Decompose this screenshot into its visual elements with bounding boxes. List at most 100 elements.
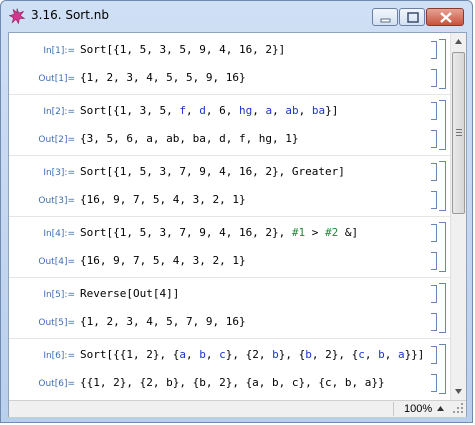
minimize-icon bbox=[380, 18, 391, 23]
group-cell-bracket[interactable] bbox=[439, 39, 446, 89]
input-label: In[3]:= bbox=[43, 168, 75, 178]
input-cell[interactable]: Sort[{{1, 2}, {a, b, c}, {2, b}, {b, 2},… bbox=[80, 348, 424, 361]
input-token: a bbox=[179, 348, 186, 361]
input-cell[interactable]: Sort[{1, 5, 3, 7, 9, 4, 16, 2}, Greater] bbox=[80, 165, 345, 178]
input-cell-bracket[interactable] bbox=[431, 41, 437, 59]
input-label: In[2]:= bbox=[43, 107, 75, 117]
output-cell[interactable]: {1, 2, 3, 4, 5, 5, 9, 16} bbox=[80, 71, 246, 84]
window-title: 3.16. Sort.nb bbox=[31, 8, 109, 22]
input-token: , 2}, { bbox=[311, 348, 359, 361]
input-token: a bbox=[397, 348, 405, 361]
zoom-control[interactable]: 100% bbox=[393, 402, 450, 416]
output-label: Out[1]= bbox=[38, 74, 75, 84]
zoom-level: 100% bbox=[404, 403, 433, 415]
input-token: &] bbox=[338, 226, 359, 239]
vertical-scrollbar[interactable] bbox=[450, 33, 466, 400]
output-label: Out[4]= bbox=[38, 257, 75, 267]
output-cell[interactable]: {16, 9, 7, 5, 4, 3, 2, 1} bbox=[80, 193, 246, 206]
input-token: Sort[{1, 5, 3, 7, 9, 4, 16, 2}, Greater] bbox=[80, 165, 345, 178]
input-cell[interactable]: Sort[{1, 5, 3, 7, 9, 4, 16, 2}, #1 > #2 … bbox=[80, 226, 358, 239]
output-cell-bracket[interactable] bbox=[431, 374, 437, 392]
resize-grip-icon[interactable] bbox=[450, 400, 466, 416]
input-token: , bbox=[185, 348, 200, 361]
group-cell-bracket[interactable] bbox=[439, 161, 446, 211]
input-cell[interactable]: Sort[{1, 5, 3, 5, 9, 4, 16, 2}] bbox=[80, 43, 285, 56]
input-token: }, {2, bbox=[225, 348, 273, 361]
input-token: , bbox=[364, 348, 379, 361]
input-token: , 6, bbox=[205, 104, 239, 117]
output-cell-bracket[interactable] bbox=[431, 69, 437, 87]
output-cell[interactable]: {{1, 2}, {2, b}, {b, 2}, {a, b, c}, {c, … bbox=[80, 376, 385, 389]
input-token: b bbox=[378, 348, 385, 361]
output-cell-bracket[interactable] bbox=[431, 252, 437, 270]
input-token: ab bbox=[285, 104, 299, 117]
output-cell[interactable]: {16, 9, 7, 5, 4, 3, 2, 1} bbox=[80, 254, 246, 267]
output-cell[interactable]: {3, 5, 6, a, ab, ba, d, f, hg, 1} bbox=[80, 132, 299, 145]
minimize-button[interactable] bbox=[372, 8, 398, 26]
input-token: #1 bbox=[291, 226, 306, 239]
input-cell-bracket[interactable] bbox=[431, 224, 437, 242]
cell-separator bbox=[9, 216, 450, 217]
output-label: Out[2]= bbox=[38, 135, 75, 145]
close-button[interactable] bbox=[426, 8, 464, 26]
input-token: Sort[{1, 3, 5, bbox=[80, 104, 180, 117]
input-cell[interactable]: Reverse[Out[4]] bbox=[80, 287, 179, 300]
mathematica-star-icon bbox=[9, 8, 25, 24]
scrollbar-thumb[interactable] bbox=[452, 52, 465, 214]
group-cell-bracket[interactable] bbox=[439, 100, 446, 150]
input-token: b bbox=[272, 348, 279, 361]
input-cell-bracket[interactable] bbox=[431, 346, 437, 364]
input-cell-bracket[interactable] bbox=[431, 285, 437, 303]
notebook-area: In[1]:= Sort[{1, 5, 3, 5, 9, 4, 16, 2}] Ou… bbox=[8, 32, 467, 417]
input-token: b bbox=[305, 348, 312, 361]
title-bar[interactable]: 3.16. Sort.nb bbox=[1, 1, 472, 31]
maximize-button[interactable] bbox=[399, 8, 425, 26]
zoom-menu-icon[interactable] bbox=[436, 405, 445, 413]
cell-separator bbox=[9, 94, 450, 95]
scroll-up-icon[interactable] bbox=[451, 33, 466, 50]
input-token: , bbox=[384, 348, 398, 361]
input-label: In[5]:= bbox=[43, 290, 75, 300]
input-label: In[4]:= bbox=[43, 229, 75, 239]
group-cell-bracket[interactable] bbox=[439, 222, 446, 272]
input-label: In[1]:= bbox=[43, 46, 75, 56]
input-label: In[6]:= bbox=[43, 351, 75, 361]
input-token: #2 bbox=[325, 226, 339, 239]
input-cell-bracket[interactable] bbox=[431, 102, 437, 120]
input-token: , bbox=[252, 104, 266, 117]
input-token: , bbox=[272, 104, 286, 117]
input-token: b bbox=[199, 348, 206, 361]
status-bar: 100% bbox=[9, 400, 466, 417]
notebook-window: 3.16. Sort.nb In[1]:= Sort[{1, 5, 3, 5, 9… bbox=[0, 0, 473, 423]
output-cell-bracket[interactable] bbox=[431, 313, 437, 331]
maximize-icon bbox=[407, 12, 419, 23]
input-cell-bracket[interactable] bbox=[431, 163, 437, 181]
input-token: hg bbox=[238, 104, 253, 117]
input-token: ba bbox=[311, 104, 326, 117]
output-cell[interactable]: {1, 2, 3, 4, 5, 7, 9, 16} bbox=[80, 315, 246, 328]
input-token: d bbox=[199, 104, 206, 117]
input-token: }}] bbox=[404, 348, 425, 361]
input-token: Sort[{1, 5, 3, 7, 9, 4, 16, 2}, bbox=[80, 226, 292, 239]
input-token: c bbox=[358, 348, 365, 361]
scroll-down-icon[interactable] bbox=[451, 383, 466, 400]
input-token: > bbox=[305, 226, 326, 239]
input-token: c bbox=[219, 348, 226, 361]
input-token: Sort[{1, 5, 3, 5, 9, 4, 16, 2}] bbox=[80, 43, 286, 56]
input-token: , bbox=[298, 104, 312, 117]
input-token: Sort[{{1, 2}, { bbox=[80, 348, 180, 361]
input-token: }] bbox=[325, 104, 339, 117]
output-cell-bracket[interactable] bbox=[431, 130, 437, 148]
output-label: Out[5]= bbox=[38, 318, 75, 328]
group-cell-bracket[interactable] bbox=[439, 283, 446, 333]
input-token: }, { bbox=[278, 348, 306, 361]
input-token: f bbox=[179, 104, 186, 117]
output-label: Out[3]= bbox=[38, 196, 75, 206]
cell-separator bbox=[9, 338, 450, 339]
cell-separator bbox=[9, 277, 450, 278]
group-cell-bracket[interactable] bbox=[439, 344, 446, 394]
close-icon bbox=[440, 12, 452, 23]
output-cell-bracket[interactable] bbox=[431, 191, 437, 209]
notebook-content[interactable]: In[1]:= Sort[{1, 5, 3, 5, 9, 4, 16, 2}] Ou… bbox=[9, 33, 450, 400]
input-cell[interactable]: Sort[{1, 3, 5, f, d, 6, hg, a, ab, ba}] bbox=[80, 104, 338, 117]
